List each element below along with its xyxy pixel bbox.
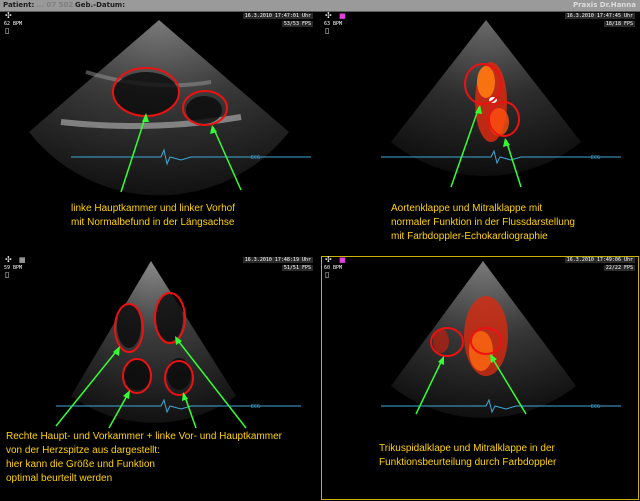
settings-icon[interactable]: ✣ <box>325 256 332 264</box>
echo-panel-3[interactable]: ✣ ▯ ▦ 16.3.2010 17:48:19 Uhr 51/51 FPS 5… <box>1 256 317 500</box>
probe-icon: ▯ <box>5 26 10 35</box>
annotation-circle <box>112 67 180 117</box>
echo-panel-2[interactable]: ✣ ▯ ■ 16.3.2010 17:47:45 Uhr 18/18 FPS 6… <box>321 12 639 252</box>
annotation-circle <box>164 360 194 396</box>
settings-icon[interactable]: ✣ <box>5 12 12 20</box>
annotation-circle <box>464 63 502 105</box>
pointer-arrow <box>55 347 120 427</box>
pointer-arrow <box>175 337 247 429</box>
pointer-arrow <box>120 114 147 193</box>
ecg-trace-2 <box>381 149 621 165</box>
annotation-circle <box>430 327 464 357</box>
ecg-label: ECG <box>251 155 261 161</box>
annotation-circle <box>470 327 502 355</box>
frame-rate: 18/18 FPS <box>603 21 635 27</box>
timestamp: 16.3.2010 17:48:19 Uhr <box>242 257 313 263</box>
caption: linke Hauptkammer und linker Vorhof mit … <box>71 203 235 228</box>
ecg-label: ECG <box>591 155 601 161</box>
ecg-label: ECG <box>591 404 601 410</box>
color-doppler-icon[interactable]: ■ <box>339 256 346 264</box>
ecg-trace-1 <box>71 148 311 166</box>
color-doppler-icon[interactable]: ■ <box>339 12 346 20</box>
annotation-circle <box>122 358 152 394</box>
grid-icon[interactable]: ▦ <box>19 256 26 264</box>
frame-rate: 53/53 FPS <box>281 21 313 27</box>
dob-label: Geb.-Datum: <box>75 1 126 9</box>
heart-rate: 59 BPM <box>4 265 23 271</box>
probe-icon: ▯ <box>325 270 330 279</box>
annotation-circle <box>182 90 228 126</box>
caption: Trikuspidalklape und Mitralklappe in der… <box>379 443 557 468</box>
timestamp: 16.3.2010 17:49:06 Uhr <box>564 257 635 263</box>
annotation-circle <box>114 303 144 353</box>
frame-rate: 22/22 FPS <box>603 265 635 271</box>
pointer-arrow <box>505 139 522 188</box>
patient-value: ... 07 502 <box>36 1 74 9</box>
heart-rate: 60 BPM <box>324 265 343 271</box>
probe-icon: ▯ <box>325 26 330 35</box>
echo-panel-1[interactable]: ✣ ▯ ▦ 16.3.2010 17:47:01 Uhr 53/53 FPS 6… <box>1 12 317 252</box>
ecg-trace-3 <box>56 398 301 414</box>
patient-label: Patient: <box>3 1 35 9</box>
pointer-arrow <box>450 106 480 188</box>
frame-rate: 51/51 FPS <box>281 265 313 271</box>
timestamp: 16.3.2010 17:47:01 Uhr <box>242 13 313 19</box>
caption: Rechte Haupt- und Vorkammer + linke Vor-… <box>6 431 282 484</box>
annotation-circle <box>154 292 186 344</box>
pointer-arrow <box>490 355 527 415</box>
settings-icon[interactable]: ✣ <box>325 12 332 20</box>
ecg-label: ECG <box>251 404 261 410</box>
annotation-circle <box>488 101 520 137</box>
timestamp: 16.3.2010 17:47:45 Uhr <box>564 13 635 19</box>
heart-rate: 62 BPM <box>4 21 23 27</box>
echo-panel-4[interactable]: ✣ ▯ ■ 16.3.2010 17:49:06 Uhr 22/22 FPS 6… <box>321 256 639 500</box>
pointer-arrow <box>212 126 242 191</box>
patient-info-bar: Patient: ... 07 502 Geb.-Datum: Praxis D… <box>0 0 640 12</box>
caption: Aortenklappe und Mitralklappe mit normal… <box>391 203 575 242</box>
settings-icon[interactable]: ✣ <box>5 256 12 264</box>
probe-icon: ▯ <box>5 270 10 279</box>
practice-name: Praxis Dr.Hanna <box>572 1 636 9</box>
heart-rate: 63 BPM <box>324 21 343 27</box>
